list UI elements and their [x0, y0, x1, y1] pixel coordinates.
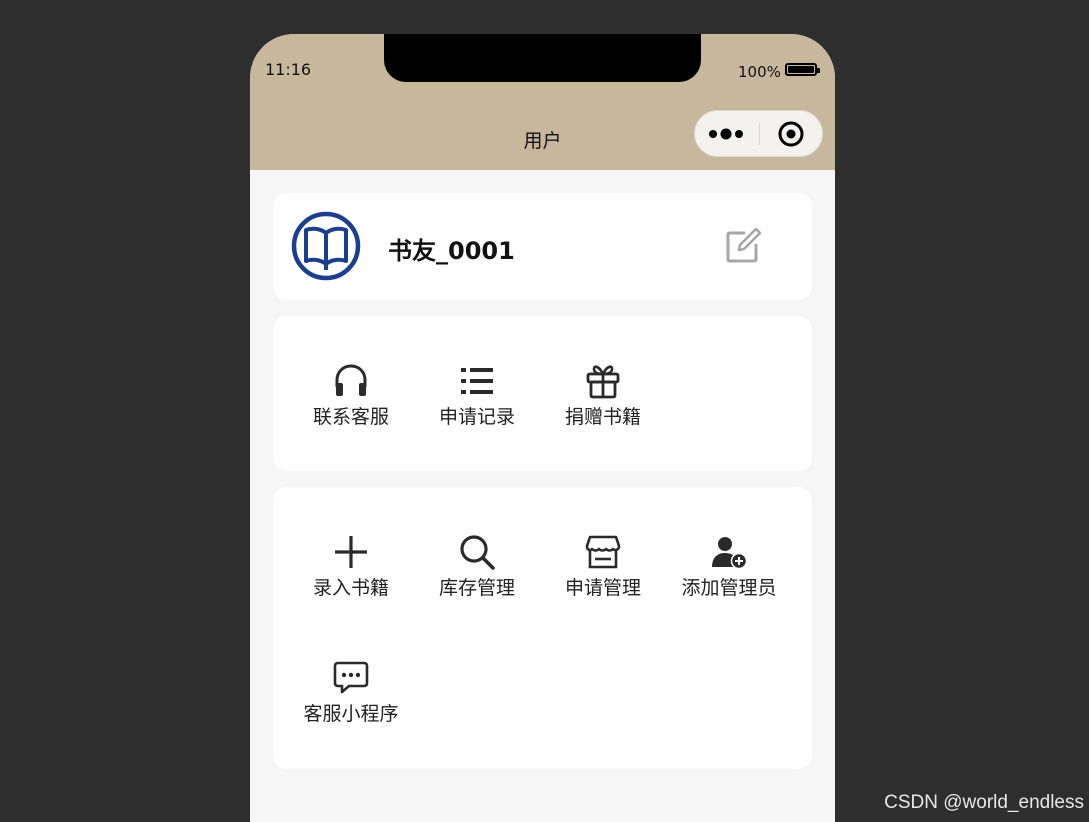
- inventory-management-item[interactable]: 库存管理: [414, 533, 540, 613]
- username: 书友_0001: [388, 237, 515, 265]
- more-dots-icon: [709, 128, 743, 140]
- service-mini-program-item[interactable]: 客服小程序: [288, 659, 414, 739]
- add-user-icon: [712, 537, 748, 570]
- add-books-item[interactable]: 录入书籍: [288, 533, 414, 613]
- contact-service-item[interactable]: 联系客服: [288, 362, 414, 442]
- list-icon: [461, 368, 493, 394]
- item-label: 客服小程序: [303, 703, 399, 725]
- headset-icon: [335, 364, 367, 396]
- item-label: 联系客服: [312, 406, 389, 428]
- edit-profile-button[interactable]: [723, 226, 763, 266]
- target-icon: [778, 121, 804, 147]
- watermark: CSDN @world_endless: [884, 792, 1084, 813]
- item-label: 申请记录: [438, 406, 515, 428]
- close-button[interactable]: [760, 111, 823, 156]
- phone-frame: 11:16 100% 用户 书友_0001 联系客服 申请记录 捐赠书籍 录入书…: [250, 34, 835, 822]
- mini-program-capsule: [694, 110, 823, 157]
- plus-icon: [335, 536, 367, 568]
- header-bar: 11:16 100% 用户: [250, 34, 835, 170]
- item-label: 添加管理员: [681, 577, 777, 599]
- item-label: 捐赠书籍: [564, 406, 641, 428]
- service-menu-card: 联系客服 申请记录 捐赠书籍: [273, 316, 812, 471]
- more-button[interactable]: [695, 111, 759, 156]
- item-label: 申请管理: [564, 577, 641, 599]
- avatar[interactable]: [291, 211, 361, 281]
- book-icon: [291, 211, 361, 281]
- gift-icon: [586, 365, 620, 399]
- notch: [384, 34, 701, 82]
- battery-icon: [785, 63, 820, 76]
- donate-books-item[interactable]: 捐赠书籍: [540, 362, 666, 442]
- edit-icon: [726, 227, 762, 263]
- store-icon: [585, 535, 621, 569]
- chat-icon: [333, 661, 369, 694]
- add-admin-item[interactable]: 添加管理员: [666, 533, 792, 613]
- search-icon: [460, 535, 495, 570]
- admin-menu-card: 录入书籍 库存管理 申请管理 添加管理员 客服小程序: [273, 487, 812, 769]
- item-label: 录入书籍: [312, 577, 389, 599]
- application-records-item[interactable]: 申请记录: [414, 362, 540, 442]
- battery-percentage: 100%: [738, 63, 781, 81]
- application-management-item[interactable]: 申请管理: [540, 533, 666, 613]
- item-label: 库存管理: [438, 577, 515, 599]
- status-time: 11:16: [265, 60, 312, 79]
- profile-card: 书友_0001: [273, 193, 812, 300]
